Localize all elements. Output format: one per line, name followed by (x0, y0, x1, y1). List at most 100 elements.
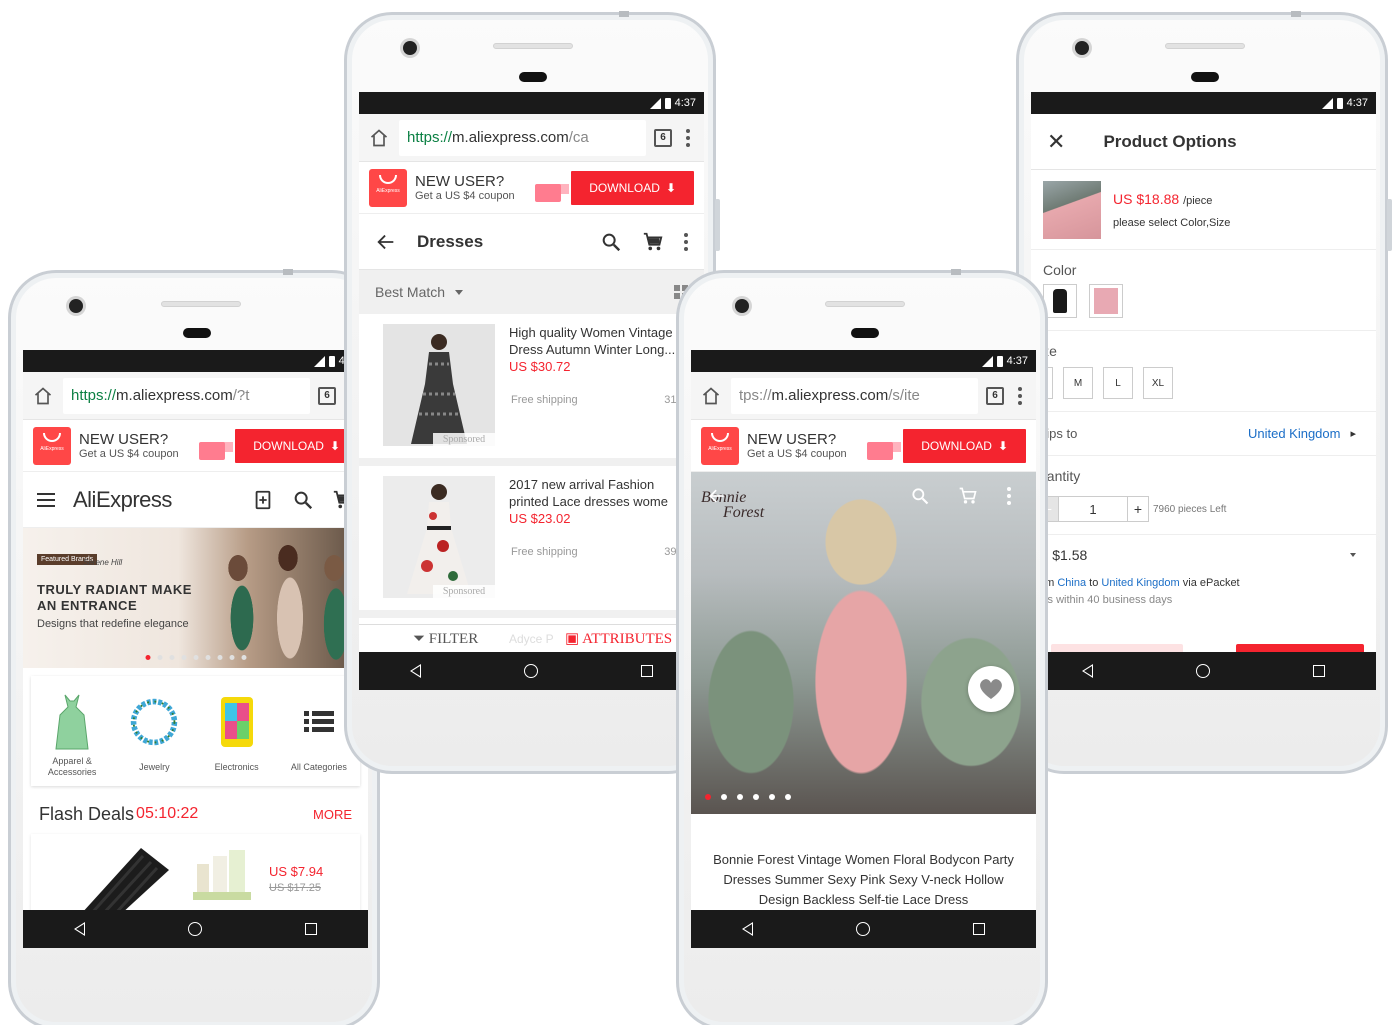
search-icon[interactable] (910, 486, 930, 506)
hero-toolbar (910, 486, 1012, 506)
back-icon[interactable] (742, 922, 754, 936)
recents-icon[interactable] (304, 923, 317, 935)
chevron-down-icon[interactable] (455, 289, 464, 295)
browser-menu-icon[interactable] (1012, 386, 1028, 405)
home-icon[interactable] (31, 384, 55, 408)
download-button[interactable]: DOWNLOAD ⬇ (571, 170, 694, 205)
signal-icon (313, 355, 325, 367)
url-field[interactable]: tps://m.aliexpress.com/s/ite (731, 377, 978, 414)
hamburger-menu-icon[interactable] (37, 492, 55, 507)
home-nav-icon[interactable] (523, 664, 538, 678)
android-nav-bar (691, 910, 1036, 948)
attributes-button[interactable]: ▣ ATTRIBUTES (565, 629, 672, 648)
android-nav-bar (359, 652, 704, 690)
color-swatch-pink[interactable] (1089, 284, 1123, 318)
product-card[interactable]: Sponsored High quality Women Vintage Dre… (359, 314, 704, 466)
url-host: m.aliexpress.com (771, 387, 889, 404)
filter-button[interactable]: ⏷ FILTER (359, 630, 519, 648)
front-camera (69, 299, 83, 313)
search-icon[interactable] (292, 489, 314, 511)
flash-deal-card[interactable]: US $7.94 US $17.25 (31, 834, 360, 914)
back-arrow-icon[interactable] (375, 231, 397, 253)
cart-icon[interactable] (958, 486, 978, 506)
ship-via: via ePacket (1182, 577, 1240, 589)
browser-menu-icon[interactable] (680, 128, 696, 147)
brand-logo: AliExpress (73, 486, 172, 512)
add-to-cart-button[interactable] (1051, 644, 1183, 652)
url-host: m.aliexpress.com (452, 129, 569, 146)
earpiece (183, 328, 211, 338)
recents-icon[interactable] (1312, 665, 1325, 677)
more-options-icon[interactable] (1006, 486, 1012, 506)
product-hero-image[interactable]: Bonnie Forest (691, 472, 1036, 814)
category-apparel[interactable]: Apparel & Accessories (33, 692, 111, 778)
more-options-icon[interactable] (684, 232, 688, 251)
quantity-label: uantity (1039, 468, 1081, 484)
tab-switcher-button[interactable]: 6 (654, 128, 672, 147)
carousel-dots[interactable] (145, 655, 246, 660)
more-link[interactable]: MORE (313, 807, 352, 822)
url-path: /ca (568, 129, 589, 146)
product-price: US $30.72 (509, 359, 571, 374)
size-option[interactable]: M (1063, 367, 1093, 399)
phone-home: 4:37 https://m.aliexpress.com/?t 6 AliEx… (8, 269, 380, 1025)
home-icon[interactable] (367, 126, 391, 150)
url-field[interactable]: https://m.aliexpress.com/?t (63, 377, 310, 414)
home-icon[interactable] (699, 384, 723, 408)
download-button[interactable]: DOWNLOAD ⬇ (903, 428, 1026, 463)
product-name: 2017 new arrival Fashion (509, 477, 655, 492)
tab-switcher-button[interactable]: 6 (986, 386, 1004, 405)
color-swatch-black[interactable] (1043, 284, 1077, 318)
wishlist-button[interactable] (968, 666, 1014, 712)
signal-icon (649, 97, 661, 109)
ships-to-row[interactable]: hips to United Kingdom ▸ (1031, 412, 1376, 456)
recents-icon[interactable] (972, 923, 985, 935)
recents-icon[interactable] (640, 665, 653, 677)
tab-switcher-button[interactable]: 6 (318, 386, 336, 405)
options-header: ✕ Product Options (1031, 114, 1376, 170)
size-options: S M L XL (1031, 365, 1376, 412)
shipping-cost-row[interactable]: S $1.58 (1031, 535, 1376, 575)
size-option[interactable]: L (1103, 367, 1133, 399)
ship-to-link[interactable]: United Kingdom (1101, 577, 1179, 589)
category-label: All Categories (290, 761, 347, 772)
aliexpress-app-logo: AliExpress (33, 426, 71, 465)
back-icon[interactable] (74, 922, 86, 936)
product-card[interactable]: Sponsored 2017 new arrival Fashion print… (359, 466, 704, 618)
back-arrow-icon[interactable] (707, 486, 727, 506)
quantity-input[interactable]: 1 (1059, 496, 1127, 522)
home-nav-icon[interactable] (855, 922, 870, 936)
home-nav-icon[interactable] (1195, 664, 1210, 678)
banner-subline: Designs that redefine elegance (37, 618, 189, 630)
deal-old-price: US $17.25 (269, 882, 321, 894)
search-icon[interactable] (600, 231, 622, 253)
back-icon[interactable] (1082, 664, 1094, 678)
url-field[interactable]: https://m.aliexpress.com/ca (399, 119, 646, 156)
close-icon[interactable]: ✕ (1047, 129, 1065, 155)
promo-banner[interactable]: Featured Brands Serene Hill TRULY RADIAN… (23, 528, 368, 668)
url-scheme: tps:// (739, 387, 772, 404)
category-electronics[interactable]: Electronics (198, 692, 276, 778)
screen-home: 4:37 https://m.aliexpress.com/?t 6 AliEx… (23, 350, 368, 948)
product-name: Dress Autumn Winter Long... (509, 342, 676, 357)
download-arrow-icon: ⬇ (997, 438, 1008, 453)
front-camera (403, 41, 417, 55)
phone-list: 4:37 https://m.aliexpress.com/ca 6 AliEx… (344, 11, 720, 774)
add-to-home-icon[interactable] (252, 489, 274, 511)
download-button[interactable]: DOWNLOAD ⬇ (235, 428, 358, 463)
option-summary: US $18.88 /piece please select Color,Siz… (1031, 170, 1376, 250)
cart-icon[interactable] (642, 231, 664, 253)
heart-icon (980, 679, 1002, 699)
home-nav-icon[interactable] (187, 922, 202, 936)
increment-button[interactable]: + (1127, 496, 1149, 522)
download-label: DOWNLOAD (253, 438, 324, 453)
carousel-dots[interactable] (705, 794, 791, 800)
buy-now-button[interactable] (1236, 644, 1364, 652)
ship-from-link[interactable]: China (1057, 577, 1086, 589)
sort-dropdown[interactable]: Best Match (375, 284, 445, 300)
action-buttons (1031, 644, 1376, 652)
necklace-icon (128, 692, 180, 752)
size-option[interactable]: XL (1143, 367, 1173, 399)
category-jewelry[interactable]: Jewelry (115, 692, 193, 778)
back-icon[interactable] (410, 664, 422, 678)
